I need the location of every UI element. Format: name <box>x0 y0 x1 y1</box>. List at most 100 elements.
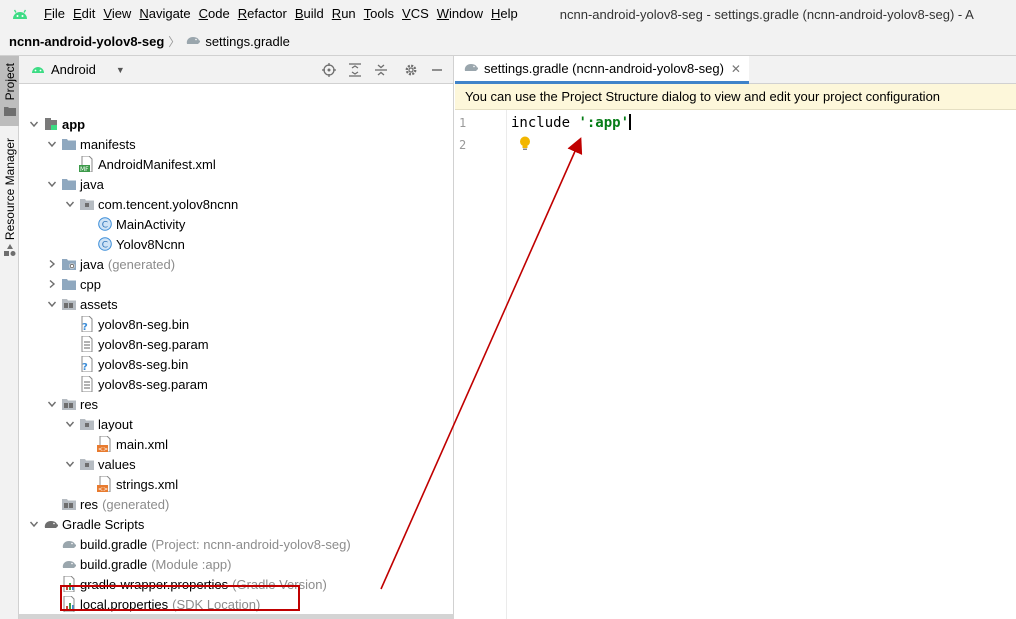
tree-item[interactable]: app <box>19 114 454 134</box>
text-file-icon <box>79 376 95 392</box>
resource-manager-tool-tab[interactable]: Resource Manager <box>0 136 19 261</box>
line-number: 1 <box>459 116 467 130</box>
tree-item[interactable]: build.gradle (Module :app) <box>19 554 454 574</box>
tree-item[interactable]: layout <box>19 414 454 434</box>
chevron-right-icon[interactable] <box>45 257 59 271</box>
tree-item[interactable]: MF AndroidManifest.xml <box>19 154 454 174</box>
resource-manager-label: Resource Manager <box>2 137 17 241</box>
breadcrumb-separator-icon: 〉 <box>168 35 181 49</box>
tree-item[interactable]: yolov8n-seg.param <box>19 334 454 354</box>
project-view-selector[interactable]: Android ▼ <box>19 62 125 77</box>
chevron-down-icon[interactable] <box>63 457 77 471</box>
gradle-file-icon <box>61 556 77 572</box>
tree-item[interactable]: build.gradle (Project: ncnn-android-yolov… <box>19 534 454 554</box>
tree-item-label: app <box>62 116 86 132</box>
chevron-down-icon[interactable] <box>27 117 41 131</box>
tree-item[interactable]: C MainActivity <box>19 214 454 234</box>
tree-item[interactable]: cpp <box>19 274 454 294</box>
tree-item-hint: (Module :app) <box>151 556 232 572</box>
tree-item-label: local.properties <box>80 596 169 612</box>
chevron-down-icon[interactable] <box>63 417 77 431</box>
tree-item[interactable]: <> strings.xml <box>19 474 454 494</box>
chevron-down-icon[interactable] <box>63 197 77 211</box>
tree-item-label: yolov8s-seg.param <box>98 376 208 392</box>
tree-item[interactable]: C Yolov8Ncnn <box>19 234 454 254</box>
expand-all-icon[interactable] <box>347 62 363 78</box>
tree-item[interactable]: manifests <box>19 134 454 154</box>
xml-file-icon: <> <box>97 476 113 492</box>
gradle-file-icon <box>463 61 479 76</box>
tree-item-label: yolov8n-seg.param <box>98 336 209 352</box>
tree-item-label: java <box>80 256 104 272</box>
menu-vcs[interactable]: VCS <box>398 0 433 28</box>
chevron-right-icon[interactable] <box>45 277 59 291</box>
locate-file-icon[interactable] <box>321 62 337 78</box>
chevron-down-icon: ▼ <box>115 64 125 75</box>
menu-tools[interactable]: Tools <box>360 0 398 28</box>
menu-refactor[interactable]: Refactor <box>234 0 291 28</box>
menu-build[interactable]: Build <box>291 0 328 28</box>
tree-item[interactable]: ? yolov8n-seg.bin <box>19 314 454 334</box>
chevron-down-icon[interactable] <box>45 397 59 411</box>
folder-icon <box>61 176 77 192</box>
breadcrumb-file-label: settings.gradle <box>205 34 290 49</box>
menu-edit[interactable]: Edit <box>69 0 99 28</box>
menu-code[interactable]: Code <box>195 0 234 28</box>
lightbulb-icon[interactable] <box>519 136 531 154</box>
tree-item[interactable]: assets <box>19 294 454 314</box>
breadcrumb-project[interactable]: ncnn-android-yolov8-seg <box>9 34 164 49</box>
svg-text:<>: <> <box>98 486 108 492</box>
collapse-all-icon[interactable] <box>373 62 389 78</box>
menu-file[interactable]: File <box>40 0 69 28</box>
chevron-down-icon[interactable] <box>45 297 59 311</box>
tree-item[interactable]: gradle-wrapper.properties (Gradle Version… <box>19 574 454 594</box>
chevron-down-icon[interactable] <box>27 517 41 531</box>
tree-item[interactable]: yolov8s-seg.param <box>19 374 454 394</box>
editor-tab-settings-gradle[interactable]: settings.gradle (ncnn-android-yolov8-seg… <box>455 56 749 84</box>
tree-item[interactable]: values <box>19 454 454 474</box>
assets-folder-icon <box>61 296 77 312</box>
minimize-icon[interactable] <box>429 62 445 78</box>
tool-window-strip: Project Resource Manager <box>0 56 19 619</box>
menu-help[interactable]: Help <box>487 0 522 28</box>
resource-manager-icon <box>3 244 16 259</box>
tree-item-label: manifests <box>80 136 136 152</box>
menu-run[interactable]: Run <box>328 0 360 28</box>
close-icon[interactable]: ✕ <box>731 62 741 76</box>
tree-item[interactable]: res (generated) <box>19 494 454 514</box>
gear-icon[interactable] <box>403 62 419 78</box>
tree-item[interactable]: local.properties (SDK Location) <box>19 594 454 614</box>
unknown-file-icon: ? <box>79 356 95 372</box>
editor-tab-bar: settings.gradle (ncnn-android-yolov8-seg… <box>455 56 1016 84</box>
tree-item-hint: (SDK Location) <box>172 596 261 612</box>
tree-item[interactable]: settings.gradle(Project Settings) <box>19 614 454 619</box>
properties-file-icon <box>61 596 77 612</box>
menu-navigate[interactable]: Navigate <box>135 0 194 28</box>
tree-item[interactable]: res <box>19 394 454 414</box>
menu-view[interactable]: View <box>99 0 135 28</box>
menu-window[interactable]: Window <box>433 0 487 28</box>
tree-item[interactable]: Gradle Scripts <box>19 514 454 534</box>
chevron-down-icon[interactable] <box>45 177 59 191</box>
tree-item[interactable]: java (generated) <box>19 254 454 274</box>
tree-item-label: build.gradle <box>80 536 148 552</box>
gradle-file-icon <box>185 34 201 49</box>
tree-item[interactable]: <> main.xml <box>19 434 454 454</box>
tree-item[interactable]: ? yolov8s-seg.bin <box>19 354 454 374</box>
project-tool-tab[interactable]: Project <box>0 56 19 126</box>
code-line-1[interactable]: include ':app' <box>511 114 632 131</box>
app-module-icon <box>43 116 59 132</box>
breadcrumb-file[interactable]: settings.gradle <box>185 34 290 49</box>
tree-item[interactable]: com.tencent.yolov8ncnn <box>19 194 454 214</box>
line-number-gutter: 1 2 <box>455 110 507 619</box>
code-keyword: include <box>511 115 571 131</box>
tree-item-label: res <box>80 496 99 512</box>
chevron-down-icon[interactable] <box>45 137 59 151</box>
tree-item[interactable]: java <box>19 174 454 194</box>
